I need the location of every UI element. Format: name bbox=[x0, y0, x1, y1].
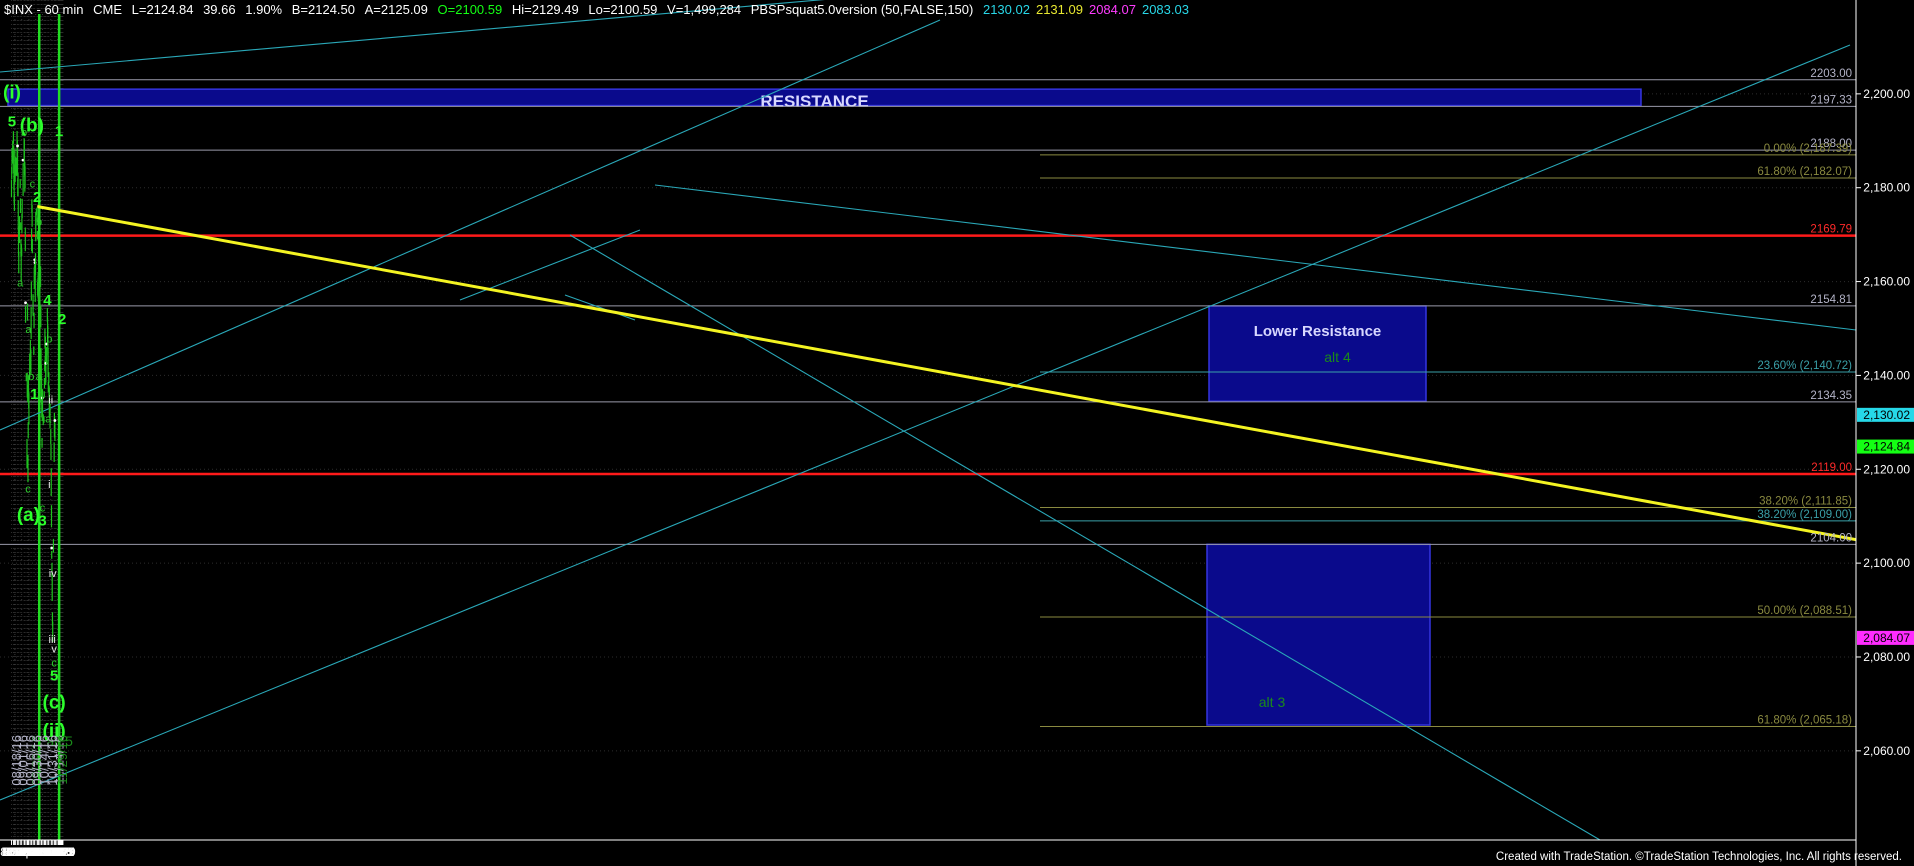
exchange-label: CME bbox=[93, 2, 122, 17]
study-values: 2130.02 2131.09 2084.07 2083.03 bbox=[977, 2, 1189, 17]
level-label: 61.80% (2,065.18) bbox=[1757, 715, 1852, 727]
last-price: L=2124.84 bbox=[131, 2, 194, 17]
level-label: 38.20% (2,109.00) bbox=[1757, 509, 1852, 521]
level-label: 50.00% (2,088.51) bbox=[1757, 605, 1852, 617]
study-value: 2130.02 bbox=[982, 2, 1030, 17]
y-tick-label: 2,160.00 bbox=[1863, 275, 1910, 289]
wave-label: c bbox=[51, 657, 57, 669]
zone-alt3-box bbox=[1206, 543, 1431, 726]
y-tick-label: 2,140.00 bbox=[1863, 368, 1910, 382]
zone-label: RESISTANCE bbox=[760, 92, 868, 111]
level-label: 2104.00 bbox=[1810, 532, 1852, 544]
y-tick-label: 2,120.00 bbox=[1863, 462, 1910, 476]
wave-label: a bbox=[36, 371, 43, 383]
level-label: 2169.79 bbox=[1810, 224, 1852, 236]
y-tick-label: 2,080.00 bbox=[1863, 650, 1910, 664]
price-box-label: 2,130.02 bbox=[1863, 408, 1910, 422]
wave-label: 1 bbox=[30, 386, 38, 403]
level-label: 2134.35 bbox=[1810, 390, 1852, 402]
wave-label: (a) bbox=[17, 505, 40, 526]
wave-label: iv bbox=[49, 568, 57, 580]
y-tick-label: 2,180.00 bbox=[1863, 181, 1910, 195]
level-label: 61.80% (2,182.07) bbox=[1757, 166, 1852, 178]
x-tick-label: 12/9 bbox=[51, 845, 75, 859]
zone-sublabel: alt 4 bbox=[1324, 349, 1351, 365]
chart-header: $INX - 60 min CME L=2124.84 39.66 1.90% … bbox=[4, 2, 1189, 17]
wave-label: 2 bbox=[33, 189, 41, 206]
wave-label: v bbox=[51, 643, 57, 655]
wave-label: 4 bbox=[43, 292, 52, 309]
y-tick-label: 2,200.00 bbox=[1863, 87, 1910, 101]
wave-label: ii bbox=[48, 395, 53, 407]
y-tick-label: 2,060.00 bbox=[1863, 744, 1910, 758]
study-value: 2131.09 bbox=[1035, 2, 1083, 17]
study-value: 2083.03 bbox=[1141, 2, 1189, 17]
wave-label: 5 bbox=[50, 667, 58, 684]
pivot-dot bbox=[16, 144, 19, 148]
wave-label: 1 bbox=[55, 123, 63, 140]
wave-label: 2 bbox=[58, 311, 66, 328]
price-box-label: 2,084.07 bbox=[1863, 631, 1910, 645]
ask-price: A=2125.09 bbox=[364, 2, 428, 17]
wave-label: (i) bbox=[3, 83, 21, 104]
pivot-dot bbox=[50, 546, 54, 550]
wave-label: a bbox=[45, 413, 52, 425]
wave-label: b bbox=[21, 127, 27, 139]
high-price: Hi=2129.49 bbox=[511, 2, 579, 17]
wave-label: c bbox=[25, 484, 31, 496]
open-price: O=2100.59 bbox=[437, 2, 503, 17]
price-box-label: 2,124.84 bbox=[1863, 440, 1910, 454]
pivot-dot bbox=[53, 419, 57, 422]
wave-label: b bbox=[46, 334, 52, 346]
wave-label: i bbox=[48, 479, 50, 491]
study-value: 2084.07 bbox=[1088, 2, 1136, 17]
zone-label: alt 3 bbox=[1259, 694, 1286, 710]
level-label: 2197.33 bbox=[1810, 94, 1852, 106]
date-marker: 11/29/16 bbox=[55, 735, 70, 785]
y-tick-label: 2,100.00 bbox=[1863, 556, 1910, 570]
level-label: 23.60% (2,140.72) bbox=[1757, 360, 1852, 372]
price-chart[interactable]: RESISTANCELower Resistancealt 4alt 3 220… bbox=[0, 0, 1914, 866]
low-price: Lo=2100.59 bbox=[588, 2, 658, 17]
level-label: 2119.00 bbox=[1811, 462, 1852, 474]
level-label: 38.20% (2,111.85) bbox=[1759, 496, 1852, 508]
pivot-dot bbox=[24, 301, 27, 305]
wave-label: 3 bbox=[38, 513, 46, 530]
wave-label: c bbox=[40, 503, 46, 515]
change-value: 39.66 bbox=[203, 2, 236, 17]
zone-label: Lower Resistance bbox=[1254, 323, 1382, 340]
volume: V=1,499,284 bbox=[667, 2, 742, 17]
wave-label: 5 bbox=[8, 114, 16, 131]
footer-credit: Created with TradeStation. ©TradeStation… bbox=[1495, 851, 1902, 863]
level-label: 2203.00 bbox=[1810, 68, 1852, 80]
zone-lower-resistance bbox=[1208, 305, 1427, 402]
level-label: 0.00% (2,187.39) bbox=[1764, 143, 1852, 155]
chart-background bbox=[0, 0, 1914, 866]
wave-label: a bbox=[25, 324, 32, 336]
bid-price: B=2124.50 bbox=[291, 2, 356, 17]
wave-label: b bbox=[36, 216, 42, 228]
level-label: 2154.81 bbox=[1810, 294, 1852, 306]
study-name: PBSPsquat5.0version (50,FALSE,150) bbox=[750, 2, 974, 17]
wave-label: (c) bbox=[43, 693, 66, 714]
change-percent: 1.90% bbox=[245, 2, 283, 17]
wave-label: c bbox=[30, 179, 36, 191]
symbol-label: $INX - 60 min bbox=[4, 2, 84, 17]
wave-label: a bbox=[17, 277, 24, 289]
wave-label: b bbox=[28, 371, 34, 383]
